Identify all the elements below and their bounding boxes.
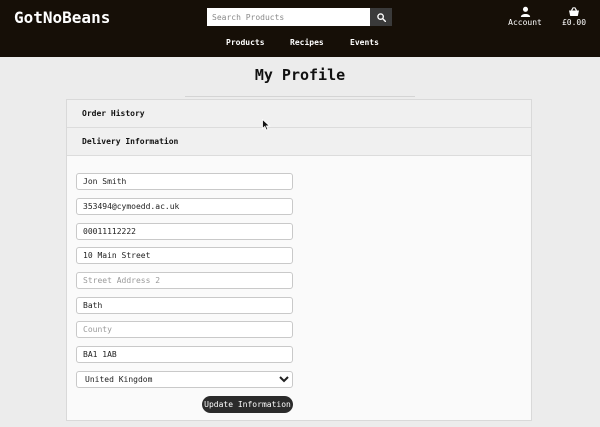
search-button[interactable]	[370, 8, 392, 26]
cart-button[interactable]: £0.00	[560, 6, 588, 27]
county-field[interactable]	[76, 321, 293, 338]
title-divider	[185, 96, 415, 97]
search-icon	[376, 12, 386, 22]
search-input[interactable]	[207, 8, 370, 26]
page-title: My Profile	[254, 66, 346, 84]
search-bar	[207, 8, 392, 26]
order-history-toggle[interactable]: Order History	[67, 100, 531, 128]
phone-field[interactable]	[76, 223, 293, 240]
mouse-pointer-icon	[262, 119, 271, 131]
nav-item-products[interactable]: Products	[226, 38, 265, 47]
name-field[interactable]	[76, 173, 293, 190]
profile-panel: Order History Delivery Information Unite…	[66, 99, 532, 421]
basket-icon	[569, 6, 579, 16]
city-field[interactable]	[76, 297, 293, 314]
account-label: Account	[508, 18, 542, 27]
address-line2-field[interactable]	[76, 272, 293, 289]
top-header: GotNoBeans Account £0.00	[0, 0, 600, 57]
address-line1-field[interactable]	[76, 247, 293, 264]
email-field[interactable]	[76, 198, 293, 215]
update-information-button[interactable]: Update Information	[202, 396, 293, 413]
country-select[interactable]: United Kingdom	[76, 371, 293, 388]
delivery-information-toggle[interactable]: Delivery Information	[67, 128, 531, 156]
cart-total: £0.00	[561, 18, 587, 27]
user-icon	[520, 6, 530, 17]
nav-item-events[interactable]: Events	[350, 38, 379, 47]
main-nav: Products Recipes Events	[0, 38, 600, 52]
account-button[interactable]: Account	[507, 6, 543, 27]
postcode-field[interactable]	[76, 346, 293, 363]
nav-item-recipes[interactable]: Recipes	[290, 38, 324, 47]
brand-logo[interactable]: GotNoBeans	[14, 8, 110, 27]
